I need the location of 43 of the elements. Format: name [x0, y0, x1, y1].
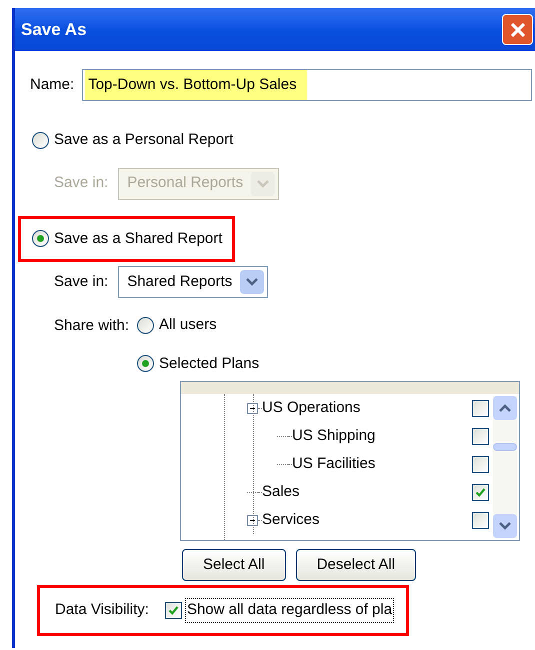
- scroll-up-icon[interactable]: [493, 396, 517, 420]
- radio-button[interactable]: [137, 316, 154, 334]
- tree-item-label[interactable]: US Operations: [262, 396, 360, 420]
- select-all-button[interactable]: Select All: [182, 549, 286, 581]
- close-icon: [508, 20, 526, 38]
- name-input-field[interactable]: Top-Down vs. Bottom-Up Sales: [82, 69, 532, 101]
- checkbox[interactable]: [472, 456, 489, 472]
- tree-item-label[interactable]: Sales: [262, 480, 300, 504]
- tree-item-label[interactable]: US Shipping: [292, 424, 376, 448]
- chevron-down-icon: [240, 270, 264, 294]
- scroll-down-icon[interactable]: [493, 514, 517, 538]
- report-option-label[interactable]: Save as a Shared Report: [54, 228, 222, 250]
- checkbox[interactable]: [472, 400, 489, 416]
- radio-button[interactable]: [32, 230, 49, 248]
- share-option-label[interactable]: All users: [159, 314, 217, 336]
- save-in-label: Save in:: [54, 272, 108, 292]
- share-option-label[interactable]: Selected Plans: [159, 352, 260, 375]
- data-visibility-label: Data Visibility:: [55, 600, 149, 620]
- radio-button[interactable]: [32, 132, 49, 149]
- show-all-data-label[interactable]: Show all data regardless of pla: [184, 598, 394, 622]
- checkbox[interactable]: [164, 602, 182, 619]
- close-button[interactable]: [502, 14, 533, 45]
- checkmark-icon: [168, 604, 179, 616]
- scrollbar[interactable]: [493, 396, 517, 538]
- chevron-down-icon: [251, 172, 276, 196]
- checkmark-icon: [475, 486, 486, 498]
- collapse-icon[interactable]: [247, 514, 258, 526]
- checkbox[interactable]: [472, 512, 489, 528]
- save-in-label: Save in:: [54, 173, 108, 194]
- window-title: Save As: [21, 18, 87, 41]
- share-with-label: Share with:: [54, 316, 130, 336]
- report-option-label[interactable]: Save as a Personal Report: [54, 129, 234, 152]
- checkbox[interactable]: [472, 428, 489, 444]
- name-label: Name:: [30, 74, 74, 95]
- collapse-icon[interactable]: [247, 402, 258, 414]
- scroll-thumb[interactable]: [493, 443, 517, 451]
- tree-item-label[interactable]: Services: [262, 508, 320, 532]
- checkbox[interactable]: [472, 484, 489, 500]
- save-location-dropdown[interactable]: Shared Reports: [118, 266, 268, 298]
- radio-button[interactable]: [137, 355, 154, 372]
- tree-item-label[interactable]: US Facilities: [292, 452, 376, 476]
- deselect-all-button[interactable]: Deselect All: [296, 549, 416, 581]
- name-value: Top-Down vs. Bottom-Up Sales: [85, 70, 307, 100]
